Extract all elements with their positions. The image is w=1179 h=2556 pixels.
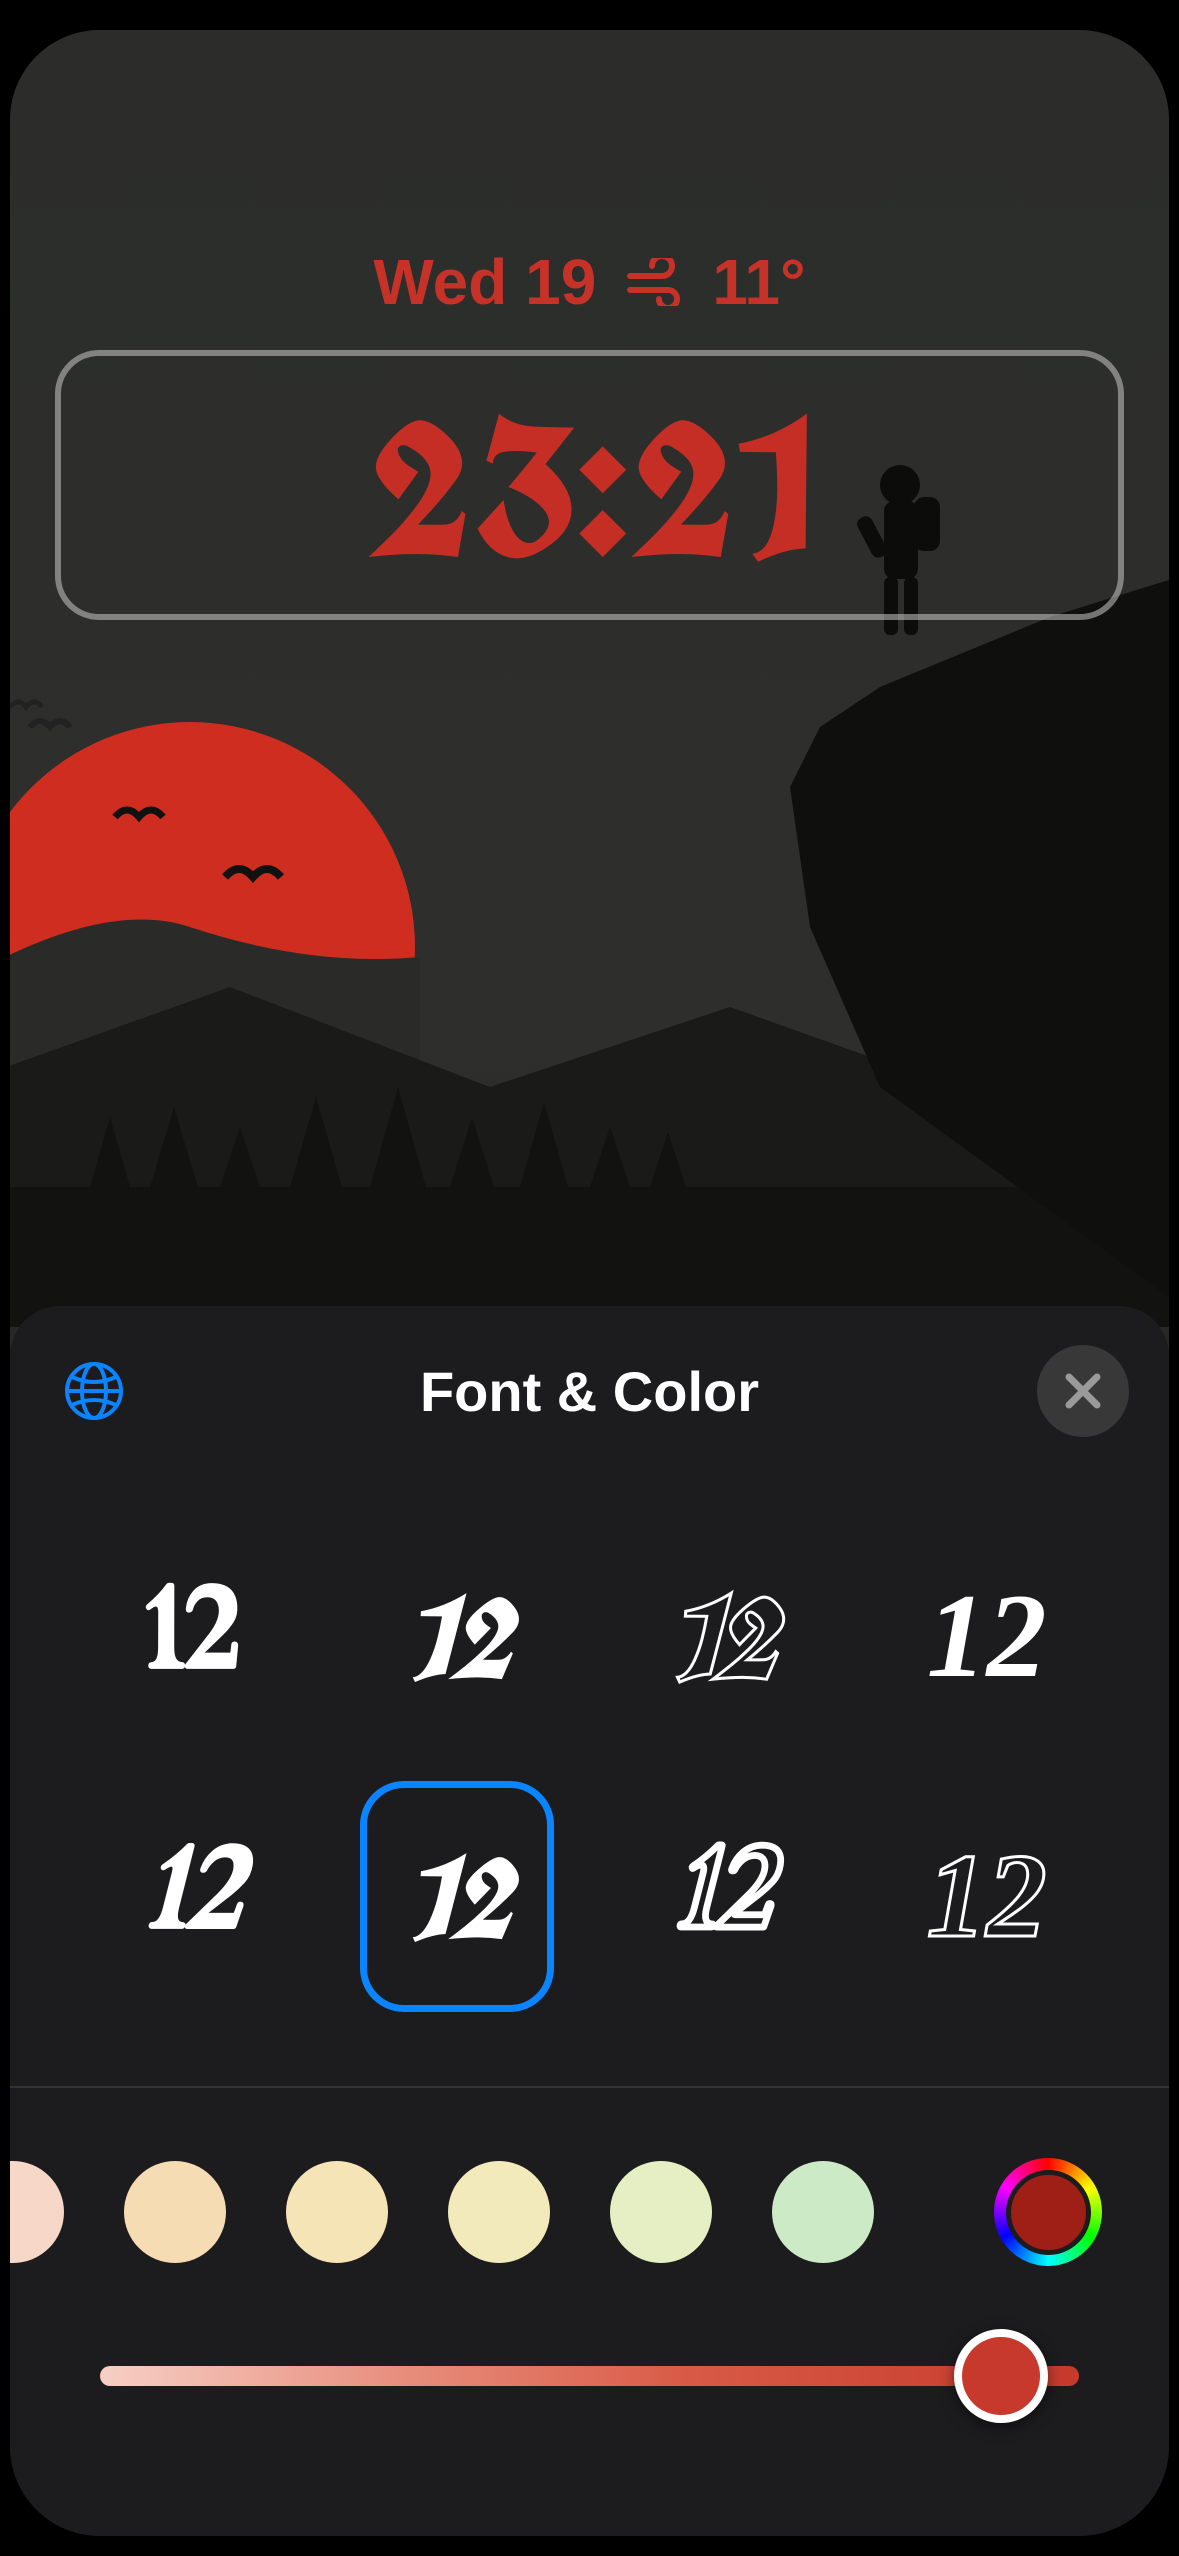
date-label: Wed 19 [373, 245, 596, 319]
intensity-slider[interactable] [10, 2306, 1169, 2386]
weather-temp: 11° [712, 245, 805, 319]
font-option-4[interactable]: 12 [60, 1766, 325, 2026]
font-color-panel: Font & Color 12 12 12 12 12 12 12 12 [10, 1306, 1169, 2536]
custom-color-preview [1006, 2170, 1091, 2255]
date-weather-row[interactable]: Wed 19 11° [10, 245, 1169, 319]
color-swatch-4[interactable] [610, 2161, 712, 2263]
panel-header: Font & Color [10, 1306, 1169, 1476]
font-option-0[interactable]: 12 [60, 1506, 325, 1766]
clock-time: 23:21 [367, 385, 813, 585]
font-option-2[interactable]: 12 [590, 1506, 855, 1766]
device-frame: Wed 19 11° 23:21 Font & Color [10, 30, 1169, 2536]
color-swatch-2[interactable] [286, 2161, 388, 2263]
color-swatch-0[interactable] [10, 2161, 64, 2263]
slider-thumb[interactable] [954, 2329, 1048, 2423]
color-swatch-1[interactable] [124, 2161, 226, 2263]
globe-button[interactable] [58, 1355, 130, 1427]
custom-color-picker[interactable] [994, 2158, 1102, 2266]
font-option-1[interactable]: 12 [325, 1506, 590, 1766]
clock-display[interactable]: 23:21 [55, 350, 1124, 620]
panel-title: Font & Color [420, 1359, 759, 1424]
font-option-6[interactable]: 12 [590, 1766, 855, 2026]
font-option-3[interactable]: 12 [854, 1506, 1119, 1766]
close-button[interactable] [1037, 1345, 1129, 1437]
font-option-7[interactable]: 12 [854, 1766, 1119, 2026]
font-option-5[interactable]: 12 [325, 1766, 590, 2026]
slider-track [100, 2366, 1079, 2386]
font-options-grid: 12 12 12 12 12 12 12 12 [10, 1476, 1169, 2086]
color-swatch-row[interactable] [10, 2088, 1169, 2306]
wind-icon [624, 258, 684, 306]
color-swatch-5[interactable] [772, 2161, 874, 2263]
color-swatch-3[interactable] [448, 2161, 550, 2263]
